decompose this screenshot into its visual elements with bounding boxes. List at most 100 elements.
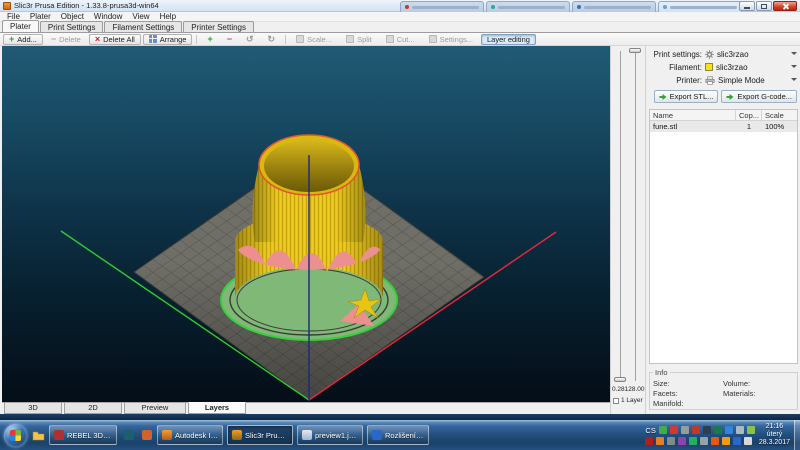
tray-icon[interactable] xyxy=(681,426,689,434)
show-desktop-button[interactable] xyxy=(794,420,800,450)
clock-day: úterý xyxy=(767,431,783,439)
export-gcode-icon xyxy=(726,93,734,101)
tray-icon[interactable] xyxy=(678,437,686,445)
language-indicator[interactable]: CS xyxy=(645,426,655,435)
tray-icon[interactable] xyxy=(659,426,667,434)
chevron-down-icon xyxy=(791,52,797,58)
column-scale[interactable]: Scale xyxy=(762,110,797,120)
column-copies[interactable]: Cop... xyxy=(736,110,762,120)
tab-print-settings[interactable]: Print Settings xyxy=(40,21,104,32)
minimize-button[interactable] xyxy=(739,1,755,11)
tray-icon[interactable] xyxy=(703,426,711,434)
menu-object[interactable]: Object xyxy=(56,12,89,22)
split-button[interactable]: Split xyxy=(340,34,378,45)
menu-view[interactable]: View xyxy=(127,12,154,22)
background-browser-tab[interactable] xyxy=(486,1,570,12)
print-settings-select[interactable]: slic3rzao xyxy=(705,48,800,60)
layer-slider-handle-top[interactable] xyxy=(629,48,641,53)
tray-icon[interactable] xyxy=(670,426,678,434)
rotate-cw-button[interactable]: ↻ xyxy=(262,34,282,45)
delete-all-icon: × xyxy=(95,35,100,44)
layer-max-value: 128.00 xyxy=(625,386,645,393)
arrange-button[interactable]: Arrange xyxy=(143,34,193,45)
background-browser-tab[interactable] xyxy=(572,1,656,12)
taskbar-pinned-app-2[interactable] xyxy=(139,425,154,445)
printer-select[interactable]: Simple Mode xyxy=(705,74,800,86)
scale-button[interactable]: Scale... xyxy=(290,34,338,45)
fewer-copies-button[interactable]: − xyxy=(221,34,238,45)
filament-select[interactable]: slic3rzao xyxy=(705,61,800,73)
tab-printer-settings[interactable]: Printer Settings xyxy=(183,21,254,32)
taskbar-button-display-settings[interactable]: Rozlišení zobrazení xyxy=(367,425,429,445)
layer-slider-track-min[interactable] xyxy=(620,51,621,381)
close-button[interactable] xyxy=(773,1,797,11)
explorer-pinned-button[interactable] xyxy=(31,425,46,445)
tray-icon[interactable] xyxy=(700,437,708,445)
tray-icon[interactable] xyxy=(722,437,730,445)
add-button[interactable]: +Add... xyxy=(3,34,43,45)
taskbar-button-inventor[interactable]: Autodesk Inventor Pr... xyxy=(157,425,223,445)
taskbar-clock[interactable]: 21:16 úterý 28.3.2017 xyxy=(759,420,790,450)
menu-help[interactable]: Help xyxy=(155,12,181,22)
one-layer-checkbox[interactable] xyxy=(613,398,619,404)
tray-icon[interactable] xyxy=(725,426,733,434)
info-manifold-label: Manifold: xyxy=(653,399,723,408)
rotate-ccw-icon: ↺ xyxy=(246,35,254,44)
favicon-dot xyxy=(491,5,495,9)
more-copies-button[interactable]: + xyxy=(201,34,218,45)
layer-slider-track-max[interactable] xyxy=(635,51,636,381)
column-name[interactable]: Name xyxy=(650,110,736,120)
tray-icon[interactable] xyxy=(689,437,697,445)
tray-icon[interactable] xyxy=(656,437,664,445)
titlebar[interactable]: Slic3r Prusa Edition - 1.33.8-prusa3d-wi… xyxy=(0,0,800,12)
delete-button[interactable]: −Delete xyxy=(45,34,87,45)
export-stl-button[interactable]: Export STL... xyxy=(654,90,719,103)
printer-icon xyxy=(705,76,715,85)
tab-filament-settings[interactable]: Filament Settings xyxy=(104,21,182,32)
delete-all-button[interactable]: ×Delete All xyxy=(89,34,141,45)
chevron-down-icon xyxy=(791,65,797,71)
background-browser-tab[interactable] xyxy=(658,1,742,12)
taskbar-button-slic3r[interactable]: Slic3r Prusa Edition - ... xyxy=(227,425,293,445)
view-tab-layers[interactable]: Layers xyxy=(188,402,246,414)
taskbar-button-paint[interactable]: preview1.jpg - Malov... xyxy=(297,425,363,445)
tray-icon[interactable] xyxy=(747,426,755,434)
viewport-canvas[interactable] xyxy=(2,46,610,402)
settings-button[interactable]: Settings... xyxy=(423,34,479,45)
table-row[interactable]: fune.stl 1 100% xyxy=(650,121,797,132)
tray-icon[interactable] xyxy=(692,426,700,434)
view-tab-preview[interactable]: Preview xyxy=(124,403,186,414)
system-tray: CS xyxy=(645,420,800,450)
cut-button[interactable]: Cut... xyxy=(380,34,421,45)
inventor-app-icon xyxy=(162,430,172,440)
menu-window[interactable]: Window xyxy=(89,12,127,22)
layer-editing-button[interactable]: Layer editing xyxy=(481,34,536,45)
taskbar-pinned-app-1[interactable] xyxy=(121,425,136,445)
info-facets-label: Facets: xyxy=(653,389,723,398)
tray-icon[interactable] xyxy=(667,437,675,445)
tray-icon[interactable] xyxy=(711,437,719,445)
tray-icon[interactable] xyxy=(733,437,741,445)
export-gcode-button[interactable]: Export G-code... xyxy=(721,90,797,103)
view-tab-2d[interactable]: 2D xyxy=(64,403,122,414)
taskbar-button-rebel3d[interactable]: REBEL 3D - Odeslat o... xyxy=(49,425,117,445)
tray-icon[interactable] xyxy=(736,426,744,434)
background-browser-tab[interactable] xyxy=(400,1,484,12)
tab-plater[interactable]: Plater xyxy=(2,20,39,32)
main-tabbar: Plater Print Settings Filament Settings … xyxy=(0,22,800,33)
tray-icon[interactable] xyxy=(645,437,653,445)
layer-min-value: 0.28 xyxy=(612,386,625,393)
maximize-icon xyxy=(761,4,767,9)
rotate-ccw-button[interactable]: ↺ xyxy=(240,34,260,45)
view-tab-3d[interactable]: 3D xyxy=(4,403,62,414)
info-volume-label: Volume: xyxy=(723,379,794,388)
windows-flag-icon xyxy=(10,430,21,441)
filament-color-swatch xyxy=(705,63,713,71)
3d-viewport[interactable] xyxy=(2,46,610,402)
maximize-button[interactable] xyxy=(756,1,772,11)
filament-value: slic3rzao xyxy=(716,63,748,72)
layer-slider-handle-bottom[interactable] xyxy=(614,377,626,382)
start-button[interactable] xyxy=(4,424,27,447)
tray-icon[interactable] xyxy=(744,437,752,445)
tray-icon[interactable] xyxy=(714,426,722,434)
